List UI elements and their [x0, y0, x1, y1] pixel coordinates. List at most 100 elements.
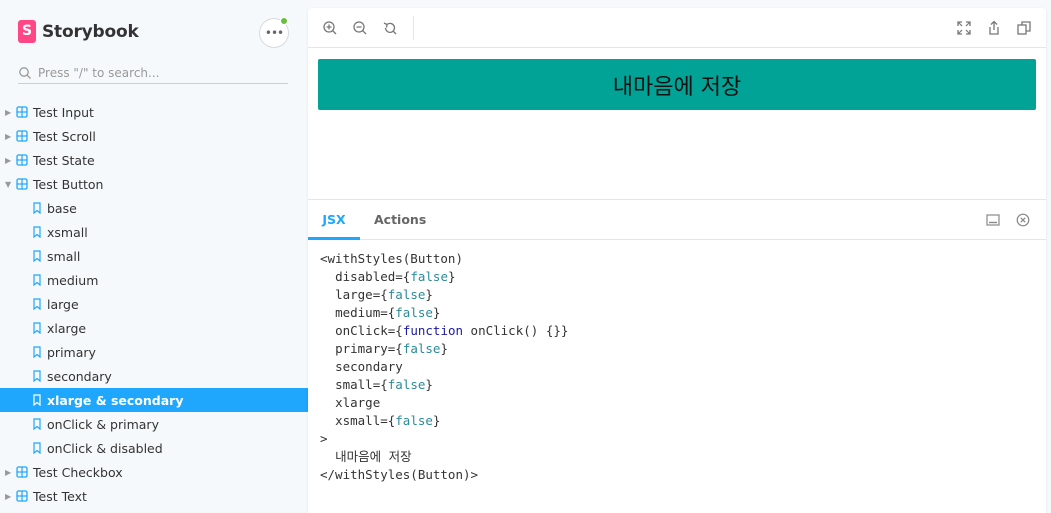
story-item-small[interactable]: small: [0, 244, 308, 268]
story-item-label: base: [47, 200, 77, 216]
bookmark-icon: [33, 202, 41, 214]
story-item-base[interactable]: base: [0, 196, 308, 220]
code-line: secondary: [320, 358, 1034, 376]
copy-icon[interactable]: [1016, 20, 1032, 36]
brand[interactable]: S Storybook: [18, 20, 139, 43]
jsx-prop-name: large: [335, 287, 373, 302]
tab-jsx[interactable]: JSX: [308, 200, 360, 240]
sidebar-item-test-checkbox[interactable]: ▶ Test Checkbox: [0, 460, 308, 484]
story-item-onclick-and-disabled[interactable]: onClick & disabled: [0, 436, 308, 460]
bookmark-icon: [33, 226, 41, 238]
share-icon[interactable]: [986, 20, 1002, 36]
story-item-secondary[interactable]: secondary: [0, 364, 308, 388]
sidebar-item-test-input[interactable]: ▶ Test Input: [0, 100, 308, 124]
panel-position-icon[interactable]: [986, 213, 1000, 227]
jsx-prop-value: false: [402, 341, 441, 356]
bookmark-icon: [33, 298, 41, 310]
jsx-prop-value: false: [387, 287, 426, 302]
status-dot: [280, 17, 288, 25]
code-token: ={: [395, 269, 411, 284]
code-token: ={: [372, 377, 388, 392]
code-token: }: [432, 305, 441, 320]
component-icon: [16, 154, 28, 166]
chevron-right-icon: ▶: [5, 131, 12, 141]
code-line: primary={false}: [320, 340, 1034, 358]
bookmark-icon: [33, 394, 41, 406]
bookmark-icon: [33, 418, 41, 430]
addon-tabs: JSX Actions: [308, 200, 1046, 240]
storybook-logo-icon: S: [18, 20, 36, 43]
story-item-label: large: [47, 296, 79, 312]
bookmark-icon: [33, 250, 41, 262]
jsx-code-block: <withStyles(Button) disabled={false} lar…: [308, 240, 1046, 494]
jsx-prop-name: xlarge: [335, 395, 381, 410]
zoom-in-icon[interactable]: [322, 20, 338, 36]
search-input[interactable]: [38, 65, 278, 80]
sidebar-item-label: Test Input: [33, 104, 94, 120]
component-icon: [16, 490, 28, 502]
code-line: disabled={false}: [320, 268, 1034, 286]
addons-panel: JSX Actions <withStyles(Button) disabled…: [308, 200, 1046, 494]
chevron-right-icon: ▶: [5, 155, 12, 165]
code-token: ={: [380, 305, 396, 320]
code-line: onClick={function onClick() {}}: [320, 322, 1034, 340]
component-icon: [16, 466, 28, 478]
sidebar-item-test-button[interactable]: ▼ Test Button: [0, 172, 308, 196]
reset-zoom-icon[interactable]: [382, 20, 398, 36]
code-line: <withStyles(Button): [320, 250, 1034, 268]
sidebar-item-test-scroll[interactable]: ▶ Test Scroll: [0, 124, 308, 148]
story-item-label: secondary: [47, 368, 112, 384]
story-item-large[interactable]: large: [0, 292, 308, 316]
code-token: }: [425, 287, 433, 302]
chevron-down-icon: ▼: [5, 179, 12, 189]
sidebar-item-test-text[interactable]: ▶ Test Text: [0, 484, 308, 508]
save-button[interactable]: 내마음에 저장: [318, 59, 1036, 110]
jsx-close-tag: </withStyles(Button)>: [320, 467, 479, 482]
chevron-right-icon: ▶: [5, 107, 12, 117]
fullscreen-icon[interactable]: [956, 20, 972, 36]
preview-panel: 내마음에 저장 JSX Actions <withStyles(Button) …: [308, 8, 1046, 513]
code-line: large={false}: [320, 286, 1034, 304]
story-item-primary[interactable]: primary: [0, 340, 308, 364]
story-item-label: xlarge & secondary: [47, 392, 184, 408]
story-tree: ▶ Test Input ▶ Test Scroll ▶ Test State ▼ Test …: [0, 100, 308, 508]
search-bar: [18, 62, 288, 84]
story-item-onclick-and-primary[interactable]: onClick & primary: [0, 412, 308, 436]
jsx-keyword: function: [402, 323, 464, 338]
jsx-prop-value: false: [387, 377, 426, 392]
chevron-right-icon: ▶: [5, 467, 12, 477]
story-item-medium[interactable]: medium: [0, 268, 308, 292]
code-token: }: [440, 341, 448, 356]
jsx-prop-value: false: [395, 305, 433, 320]
jsx-open-tag: <withStyles(Button): [320, 251, 463, 266]
bookmark-icon: [33, 346, 41, 358]
story-item-xlarge-and-secondary[interactable]: xlarge & secondary: [0, 388, 308, 412]
component-icon: [16, 130, 28, 142]
jsx-bracket: >: [320, 431, 328, 446]
zoom-out-icon[interactable]: [352, 20, 368, 36]
jsx-prop-value: onClick() {}}: [463, 323, 569, 338]
story-item-xlarge[interactable]: xlarge: [0, 316, 308, 340]
sidebar-item-test-state[interactable]: ▶ Test State: [0, 148, 308, 172]
sidebar-item-label: Test Checkbox: [33, 464, 123, 480]
jsx-prop-value: false: [395, 413, 433, 428]
code-token: }: [447, 269, 456, 284]
story-item-xsmall[interactable]: xsmall: [0, 220, 308, 244]
search-icon: [19, 66, 31, 79]
close-icon[interactable]: [1016, 213, 1030, 227]
code-token: ={: [387, 323, 403, 338]
jsx-prop-name: secondary: [335, 359, 403, 374]
story-item-label: small: [47, 248, 81, 264]
jsx-prop-name: xsmall: [335, 413, 381, 428]
tab-actions[interactable]: Actions: [374, 200, 426, 240]
jsx-prop-name: medium: [335, 305, 381, 320]
jsx-prop-value: false: [410, 269, 448, 284]
jsx-prop-name: small: [335, 377, 373, 392]
story-item-label: onClick & primary: [47, 416, 159, 432]
